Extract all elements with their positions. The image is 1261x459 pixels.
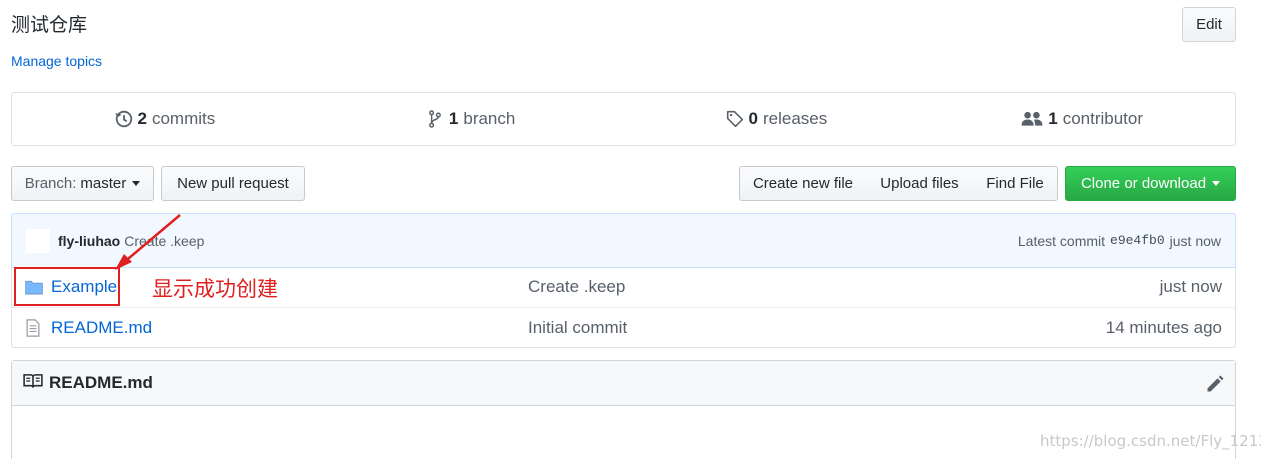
releases-count: 0 [748,109,758,128]
find-file-button[interactable]: Find File [973,166,1058,201]
commit-meta: Latest commit e9e4fb0 just now [1018,233,1221,249]
watermark: https://blog.csdn.net/Fly_1213 [1040,432,1261,450]
branches-label: branch [463,109,516,128]
file-name-link[interactable]: README.md [51,318,528,338]
contributors-count-link[interactable]: 1 contributor [929,93,1235,145]
releases-count-link[interactable]: 0 releases [624,93,930,145]
file-commit-message[interactable]: Create .keep [528,277,625,297]
manage-topics-link[interactable]: Manage topics [11,53,102,69]
upload-files-button[interactable]: Upload files [866,166,974,201]
book-icon [23,373,43,394]
releases-label: releases [762,109,828,128]
file-age: 14 minutes ago [1105,317,1222,337]
commits-count: 2 [137,109,147,128]
branches-count: 1 [448,109,459,128]
latest-commit-prefix: Latest commit [1017,232,1106,249]
repo-title: 测试仓库 [11,14,88,36]
pencil-icon[interactable] [1205,374,1225,394]
file-commit-message[interactable]: Initial commit [528,318,627,338]
clone-download-button[interactable]: Clone or download [1065,166,1236,201]
branch-name: master [80,175,127,192]
contributors-count: 1 [1048,109,1058,128]
commit-time: just now [1169,232,1221,249]
new-pull-request-button[interactable]: New pull request [161,166,305,201]
branch-prefix: Branch: [24,175,77,192]
avatar[interactable] [26,228,50,253]
list-item: README.md Initial commit 14 minutes ago [12,307,1235,347]
file-icon [25,318,43,337]
clone-label: Clone or download [1080,175,1207,192]
edit-button[interactable]: Edit [1182,7,1236,42]
history-icon [114,110,133,128]
commits-label: commits [151,109,216,128]
annotation-arrow [115,214,181,270]
people-icon [1021,110,1043,128]
chevron-down-icon [1212,181,1221,186]
tag-icon [726,110,744,128]
create-new-file-button[interactable]: Create new file [739,166,867,201]
file-name-link[interactable]: Example [51,277,528,297]
commit-sha[interactable]: e9e4fb0 [1110,233,1165,248]
annotation-highlight-box [14,267,120,306]
branch-select-button[interactable]: Branch: master [11,166,154,201]
chevron-down-icon [132,181,141,186]
readme-title: README.md [49,373,153,392]
annotation-text: 显示成功创建 [152,277,278,301]
git-branch-icon [426,110,444,128]
readme-header: README.md [12,361,1235,406]
branches-count-link[interactable]: 1 branch [318,93,624,145]
latest-commit-bar: fly-liuhao Create .keep Latest commit e9… [11,213,1236,268]
file-age: just now [1159,277,1222,296]
commits-count-link[interactable]: 2 commits [12,93,318,145]
numbers-summary: 2 commits 1 branch 0 releases 1 contribu… [11,92,1236,146]
contributors-label: contributor [1062,109,1144,128]
